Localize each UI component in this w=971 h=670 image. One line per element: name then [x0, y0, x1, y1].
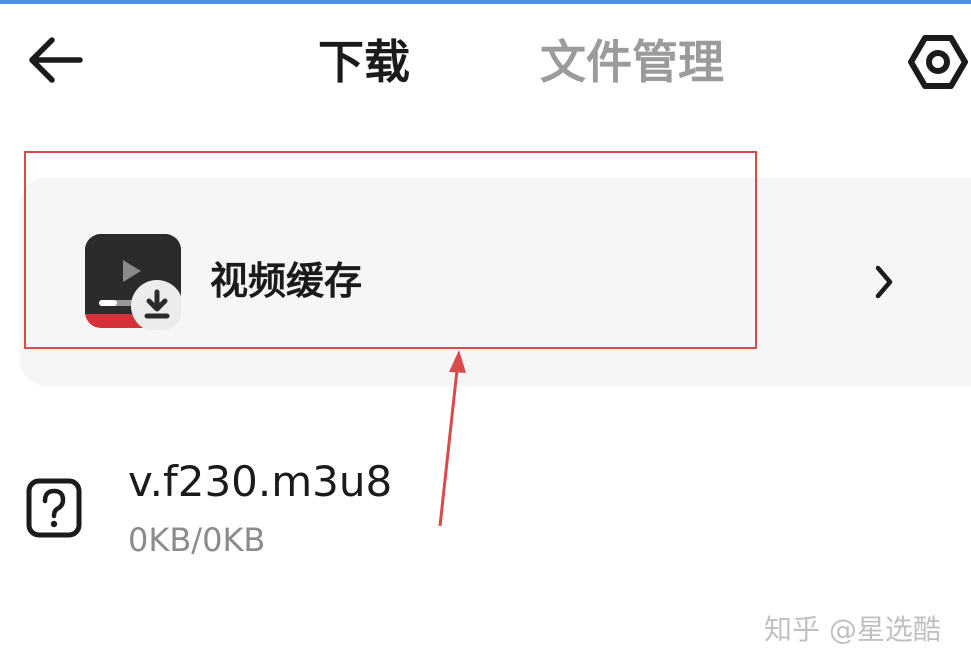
back-button[interactable] [22, 32, 88, 88]
chevron-right-icon[interactable] [872, 262, 896, 302]
watermark: 知乎 @星选酷 [764, 613, 941, 646]
settings-button[interactable] [908, 32, 971, 92]
tab-download[interactable]: 下载 [318, 34, 410, 90]
video-cache-icon [85, 234, 183, 332]
video-cache-label: 视频缓存 [210, 259, 363, 303]
arrow-left-icon [29, 37, 83, 83]
file-name: v.f230.m3u8 [128, 457, 393, 506]
file-row[interactable]: v.f230.m3u8 0KB/0KB [0, 440, 971, 580]
header: 下载 文件管理 [0, 4, 971, 114]
file-size: 0KB/0KB [128, 521, 266, 559]
question-file-icon [26, 478, 82, 538]
gear-icon [908, 35, 968, 89]
tab-file-management[interactable]: 文件管理 [540, 34, 724, 90]
